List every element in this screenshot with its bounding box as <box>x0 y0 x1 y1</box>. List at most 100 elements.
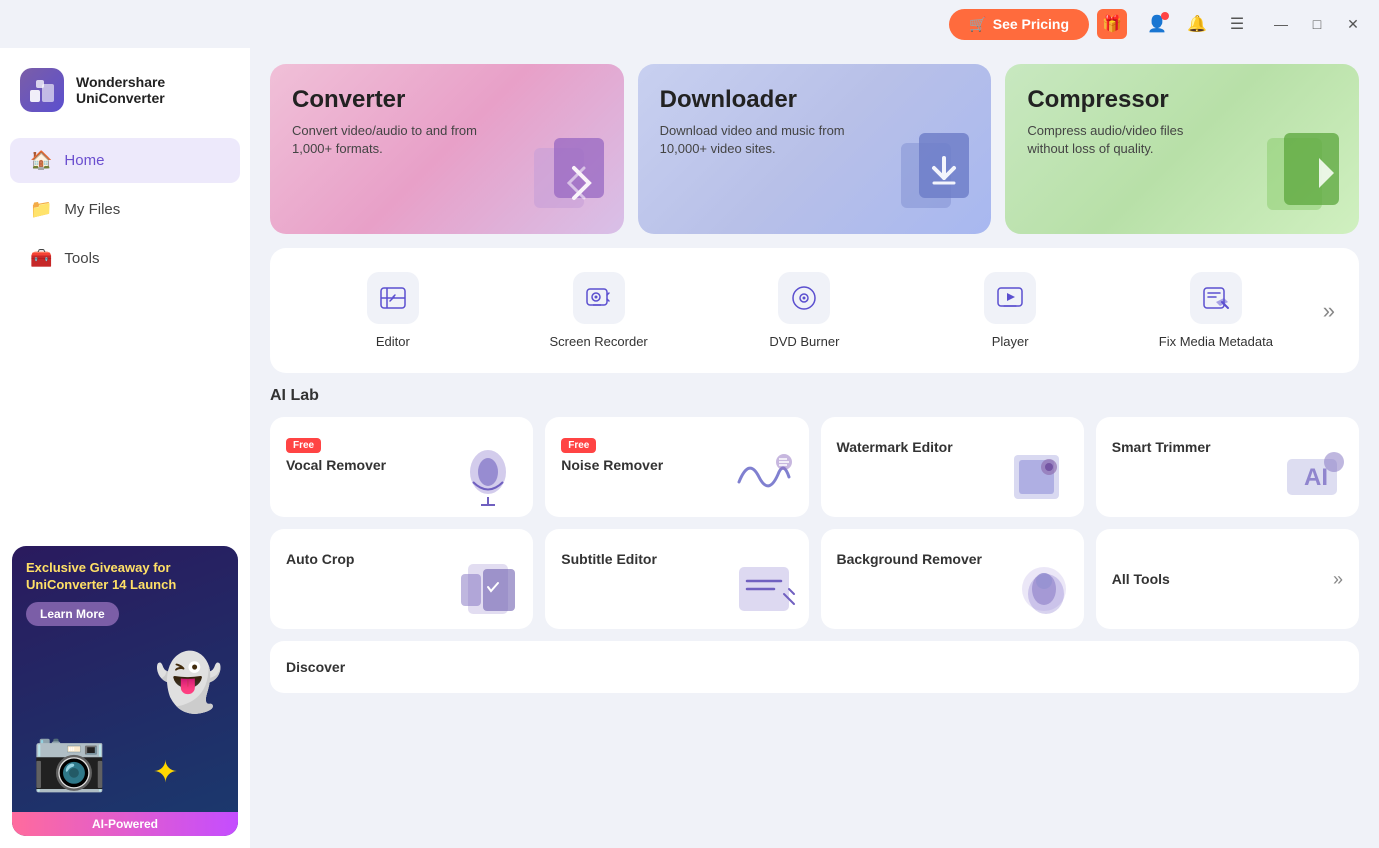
all-tools-chevron-icon: » <box>1333 569 1343 590</box>
background-remover-card[interactable]: Background Remover <box>821 529 1084 629</box>
vocal-remover-card[interactable]: Free Vocal Remover <box>270 417 533 517</box>
compressor-title: Compressor <box>1027 86 1337 114</box>
ai-powered-badge: AI-Powered <box>12 812 238 836</box>
app-logo: Wondershare UniConverter <box>0 48 250 136</box>
minimize-button[interactable]: — <box>1267 10 1295 38</box>
all-tools-card[interactable]: All Tools » <box>1096 529 1359 629</box>
fix-media-metadata-icon <box>1190 272 1242 324</box>
svg-text:AI: AI <box>1304 464 1328 491</box>
maximize-button[interactable]: □ <box>1303 10 1331 38</box>
brand-name: Wondershare <box>76 74 165 90</box>
tool-editor[interactable]: Editor <box>290 264 496 357</box>
bell-icon: 🔔 <box>1187 14 1207 34</box>
player-icon <box>984 272 1036 324</box>
downloader-card[interactable]: Downloader Download video and music from… <box>638 64 992 234</box>
cart-icon: 🛒 <box>969 16 986 33</box>
see-pricing-button[interactable]: 🛒 See Pricing <box>949 9 1089 40</box>
subtitle-editor-icon <box>729 559 799 624</box>
my-files-label: My Files <box>64 201 120 218</box>
converter-desc: Convert video/audio to and from 1,000+ f… <box>292 122 492 158</box>
editor-label: Editor <box>376 334 410 349</box>
menu-button[interactable]: ☰ <box>1223 10 1251 38</box>
sidebar-item-home[interactable]: 🏠 Home <box>10 138 240 183</box>
home-icon: 🏠 <box>30 150 52 171</box>
watermark-editor-title: Watermark Editor <box>837 439 953 455</box>
downloader-icon <box>891 128 981 234</box>
dvd-burner-label: DVD Burner <box>769 334 839 349</box>
auto-crop-title: Auto Crop <box>286 551 354 567</box>
tool-dvd-burner[interactable]: DVD Burner <box>702 264 908 357</box>
promo-content: Exclusive Giveaway for UniConverter 14 L… <box>12 546 238 640</box>
downloader-title: Downloader <box>660 86 970 114</box>
subtitle-editor-title: Subtitle Editor <box>561 551 657 567</box>
player-label: Player <box>992 334 1029 349</box>
promo-image-area: 📷 👻 ✦ <box>12 640 238 800</box>
title-bar-icons: 👤 🔔 ☰ <box>1143 10 1251 38</box>
background-remover-icon <box>1004 559 1074 624</box>
folder-icon: 📁 <box>30 199 52 220</box>
sidebar-item-tools[interactable]: 🧰 Tools <box>10 236 240 281</box>
product-name: UniConverter <box>76 90 165 106</box>
promo-banner: Exclusive Giveaway for UniConverter 14 L… <box>12 546 238 836</box>
tools-row: Editor Screen Recorder <box>270 248 1359 373</box>
downloader-desc: Download video and music from 10,000+ vi… <box>660 122 860 158</box>
smart-trimmer-title: Smart Trimmer <box>1112 439 1211 455</box>
gift-button[interactable]: 🎁 <box>1097 9 1127 39</box>
ai-lab-title: AI Lab <box>270 387 1359 405</box>
close-button[interactable]: ✕ <box>1339 10 1367 38</box>
app-logo-icon <box>20 68 64 112</box>
maximize-icon: □ <box>1313 16 1321 32</box>
watermark-editor-icon <box>1004 447 1074 512</box>
learn-more-button[interactable]: Learn More <box>26 602 119 626</box>
minimize-icon: — <box>1274 16 1288 32</box>
noise-remover-title: Noise Remover <box>561 457 663 473</box>
see-pricing-label: See Pricing <box>993 16 1069 32</box>
tool-player[interactable]: Player <box>907 264 1113 357</box>
ghost-image: 👻 <box>155 650 223 715</box>
background-remover-title: Background Remover <box>837 551 982 567</box>
hamburger-icon: ☰ <box>1230 14 1244 34</box>
fix-media-metadata-label: Fix Media Metadata <box>1159 334 1273 349</box>
discover-section: Discover <box>270 641 1359 693</box>
tools-icon: 🧰 <box>30 248 52 269</box>
all-tools-title: All Tools <box>1112 571 1170 587</box>
editor-icon <box>367 272 419 324</box>
discover-card[interactable]: Discover <box>270 641 1359 693</box>
gift-icon: 🎁 <box>1102 14 1122 34</box>
dvd-burner-icon <box>778 272 830 324</box>
subtitle-editor-card[interactable]: Subtitle Editor <box>545 529 808 629</box>
bell-button[interactable]: 🔔 <box>1183 10 1211 38</box>
auto-crop-icon <box>453 559 523 624</box>
profile-button[interactable]: 👤 <box>1143 10 1171 38</box>
noise-remover-card[interactable]: Free Noise Remover <box>545 417 808 517</box>
home-label: Home <box>64 152 104 169</box>
star-image: ✦ <box>153 755 178 790</box>
compressor-desc: Compress audio/video files without loss … <box>1027 122 1227 158</box>
tool-fix-media-metadata[interactable]: Fix Media Metadata <box>1113 264 1319 357</box>
ai-lab-grid: Free Vocal Remover <box>270 417 1359 629</box>
tools-more-button[interactable]: » <box>1319 290 1339 332</box>
screen-recorder-label: Screen Recorder <box>549 334 647 349</box>
sidebar-item-my-files[interactable]: 📁 My Files <box>10 187 240 232</box>
sidebar: Wondershare UniConverter 🏠 Home 📁 My Fil… <box>0 48 250 848</box>
vocal-free-badge: Free <box>286 438 321 453</box>
title-bar: 🛒 See Pricing 🎁 👤 🔔 ☰ — □ ✕ <box>0 0 1379 48</box>
auto-crop-card[interactable]: Auto Crop <box>270 529 533 629</box>
noise-icon <box>729 447 799 512</box>
content-area: Converter Convert video/audio to and fro… <box>250 48 1379 848</box>
promo-title: Exclusive Giveaway for UniConverter 14 L… <box>26 560 224 594</box>
converter-title: Converter <box>292 86 602 114</box>
window-controls: — □ ✕ <box>1267 10 1367 38</box>
smart-trimmer-card[interactable]: Smart Trimmer AI <box>1096 417 1359 517</box>
compressor-card[interactable]: Compressor Compress audio/video files wi… <box>1005 64 1359 234</box>
tool-screen-recorder[interactable]: Screen Recorder <box>496 264 702 357</box>
app-logo-text: Wondershare UniConverter <box>76 74 165 106</box>
camera-image: 📷 <box>32 724 107 795</box>
watermark-editor-card[interactable]: Watermark Editor <box>821 417 1084 517</box>
converter-card[interactable]: Converter Convert video/audio to and fro… <box>270 64 624 234</box>
screen-recorder-icon <box>573 272 625 324</box>
discover-title: Discover <box>286 659 1343 675</box>
close-icon: ✕ <box>1347 16 1359 33</box>
hero-cards: Converter Convert video/audio to and fro… <box>270 64 1359 234</box>
compressor-icon <box>1259 128 1349 234</box>
